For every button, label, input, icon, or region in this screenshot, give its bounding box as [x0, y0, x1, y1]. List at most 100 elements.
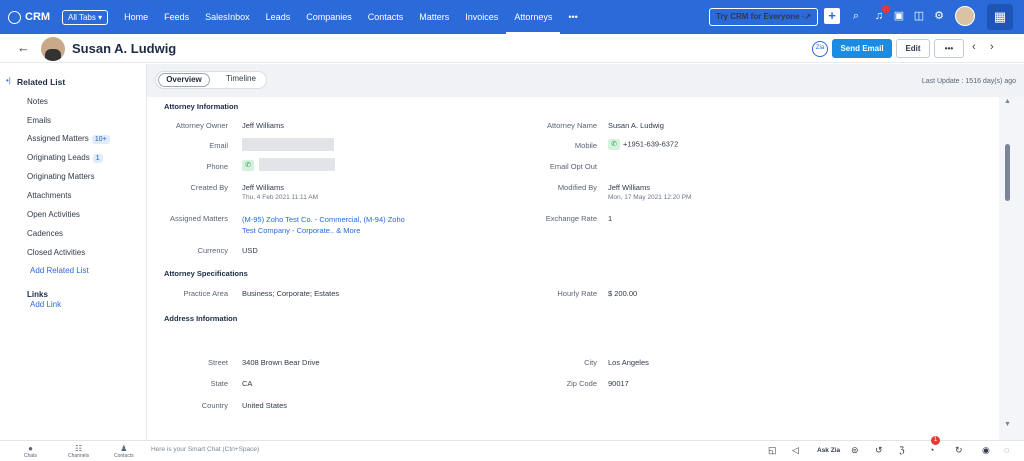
street-value[interactable]: 3408 Brown Bear Drive	[242, 358, 320, 367]
try-crm-button[interactable]: Try CRM for Everyone ·↗	[709, 8, 819, 26]
crm-logo-icon	[8, 10, 21, 24]
smart-chat-input[interactable]: Here is your Smart Chat (Ctrl+Space)	[151, 446, 259, 453]
nav-leads[interactable]: Leads	[258, 0, 299, 34]
alarm-clock-icon[interactable]: ◔	[929, 445, 934, 455]
all-tabs-dropdown[interactable]: All Tabs ▾	[62, 9, 109, 25]
chat-bubble-icon: ●	[28, 444, 33, 453]
history-icon[interactable]: ↻	[955, 445, 963, 456]
scrollbar-thumb[interactable]	[1005, 144, 1010, 201]
nav-invoices[interactable]: Invoices	[457, 0, 506, 34]
tab-timeline[interactable]: Timeline	[226, 74, 256, 83]
field-label: Assigned Matters	[170, 214, 228, 223]
apps-grid-icon[interactable]: ▦	[987, 4, 1013, 30]
nav-salesinbox[interactable]: SalesInbox	[197, 0, 258, 34]
nav-matters[interactable]: Matters	[411, 0, 457, 34]
zia-assistant-icon[interactable]: ℨ	[899, 445, 905, 456]
nav-contacts[interactable]: Contacts	[360, 0, 412, 34]
attorney-owner-value[interactable]: Jeff Williams	[242, 121, 284, 130]
practice-area-value[interactable]: Business; Corporate; Estates	[242, 289, 339, 298]
nav-companies[interactable]: Companies	[298, 0, 360, 34]
section-attorney-specifications: Attorney Specifications	[164, 269, 248, 278]
currency-value[interactable]: USD	[242, 246, 258, 255]
city-value[interactable]: Los Angeles	[608, 358, 649, 367]
zip-code-value[interactable]: 90017	[608, 379, 629, 388]
collapse-sidebar-icon[interactable]: •|	[6, 76, 11, 85]
sidebar-item-assigned-matters[interactable]: Assigned Matters 10+	[27, 134, 110, 144]
email-value-redacted[interactable]	[242, 138, 334, 151]
sidebar-item-emails[interactable]: Emails	[27, 116, 51, 125]
scroll-down-arrow-icon[interactable]: ▼	[1004, 421, 1011, 428]
phone-call-icon[interactable]: ✆	[242, 160, 254, 171]
record-tabs-bar: Overview Timeline Last Update : 1516 day…	[147, 64, 1024, 97]
previous-record-chevron-icon[interactable]: ‹	[972, 41, 976, 53]
field-label: Attorney Name	[546, 121, 597, 130]
contacts-button[interactable]: ♟ Contacts	[114, 444, 134, 459]
ask-zia-button[interactable]: Ask Zia	[817, 447, 840, 454]
help-icon[interactable]: ◉	[982, 445, 990, 456]
edit-button[interactable]: Edit	[896, 39, 930, 58]
chats-button[interactable]: ● Chats	[24, 444, 37, 459]
send-email-button[interactable]: Send Email	[832, 39, 892, 58]
crm-logo[interactable]: CRM	[0, 10, 62, 24]
sidebar-item-originating-matters[interactable]: Originating Matters	[27, 172, 95, 181]
count-badge: 10+	[91, 135, 110, 144]
state-value[interactable]: CA	[242, 379, 252, 388]
channels-button[interactable]: ☷ Channels	[68, 444, 89, 459]
sidebar-item-notes[interactable]: Notes	[27, 97, 48, 106]
nav-home[interactable]: Home	[116, 0, 156, 34]
sidebar-item-closed-activities[interactable]: Closed Activities	[27, 248, 85, 257]
sidebar-item-originating-leads[interactable]: Originating Leads 1	[27, 153, 103, 163]
country-value[interactable]: United States	[242, 401, 287, 410]
announcements-icon[interactable]: ◁	[792, 445, 799, 456]
tab-overview[interactable]: Overview	[158, 73, 210, 87]
related-list-heading: Related List	[17, 77, 66, 87]
undo-icon[interactable]: ↺	[875, 445, 883, 456]
zia-icon[interactable]: Zia	[812, 41, 828, 57]
scrollbar-track[interactable]	[999, 97, 1024, 440]
field-label: Currency	[197, 246, 228, 255]
view-tabs: Overview Timeline	[155, 71, 267, 89]
nav-feeds[interactable]: Feeds	[156, 0, 197, 34]
assigned-matters-link[interactable]: (M-95) Zoho Test Co. - Commercial, (M-94…	[242, 214, 405, 236]
attorney-name-value[interactable]: Susan A. Ludwig	[608, 121, 664, 130]
section-address-information: Address Information	[164, 314, 238, 323]
exchange-rate-value[interactable]: 1	[608, 214, 612, 223]
add-related-list-link[interactable]: Add Related List	[30, 266, 89, 275]
search-icon[interactable]: ⌕	[849, 9, 863, 23]
last-update-text: Last Update : 1516 day(s) ago	[921, 78, 1016, 85]
sidebar-item-cadences[interactable]: Cadences	[27, 229, 63, 238]
phone-value[interactable]: ✆	[242, 160, 257, 171]
signals-icon[interactable]: ◫	[912, 9, 926, 23]
user-avatar[interactable]	[955, 6, 975, 26]
notes-icon[interactable]: ⊜	[851, 445, 859, 456]
field-label: Zip Code	[566, 379, 597, 388]
nav-attorneys[interactable]: Attorneys	[506, 0, 561, 34]
mobile-value[interactable]: ✆ +1951-639-6372	[608, 139, 678, 150]
create-new-icon[interactable]: +	[824, 8, 840, 24]
notification-badge	[882, 5, 890, 13]
scroll-up-arrow-icon[interactable]: ▲	[1004, 98, 1011, 105]
reminder-badge: 1	[931, 436, 940, 445]
field-label: State	[210, 379, 228, 388]
field-label: Modified By	[557, 183, 597, 192]
calendar-icon[interactable]: ▣	[892, 9, 906, 23]
field-label: Email Opt Out	[549, 162, 597, 171]
field-label: Email	[209, 141, 228, 150]
channels-icon: ☷	[74, 444, 83, 453]
add-link-link[interactable]: Add Link	[30, 300, 61, 309]
back-arrow-icon[interactable]: ←	[17, 40, 30, 55]
recent-items-icon[interactable]: ◱	[768, 445, 777, 456]
field-label: City	[584, 358, 597, 367]
feedback-icon[interactable]: ◌	[1004, 445, 1009, 455]
sidebar-item-attachments[interactable]: Attachments	[27, 191, 71, 200]
nav-more-menu[interactable]: •••	[560, 0, 585, 34]
section-attorney-information: Attorney Information	[164, 102, 239, 111]
hourly-rate-value[interactable]: $ 200.00	[608, 289, 637, 298]
sidebar-item-open-activities[interactable]: Open Activities	[27, 210, 80, 219]
more-actions-button[interactable]: •••	[934, 39, 964, 58]
next-record-chevron-icon[interactable]: ›	[990, 41, 994, 53]
field-label: Country	[201, 401, 228, 410]
settings-gear-icon[interactable]: ⚙	[932, 9, 946, 23]
related-list-sidebar: •| Related List Notes Emails Assigned Ma…	[0, 64, 147, 440]
phone-call-icon[interactable]: ✆	[608, 139, 620, 150]
